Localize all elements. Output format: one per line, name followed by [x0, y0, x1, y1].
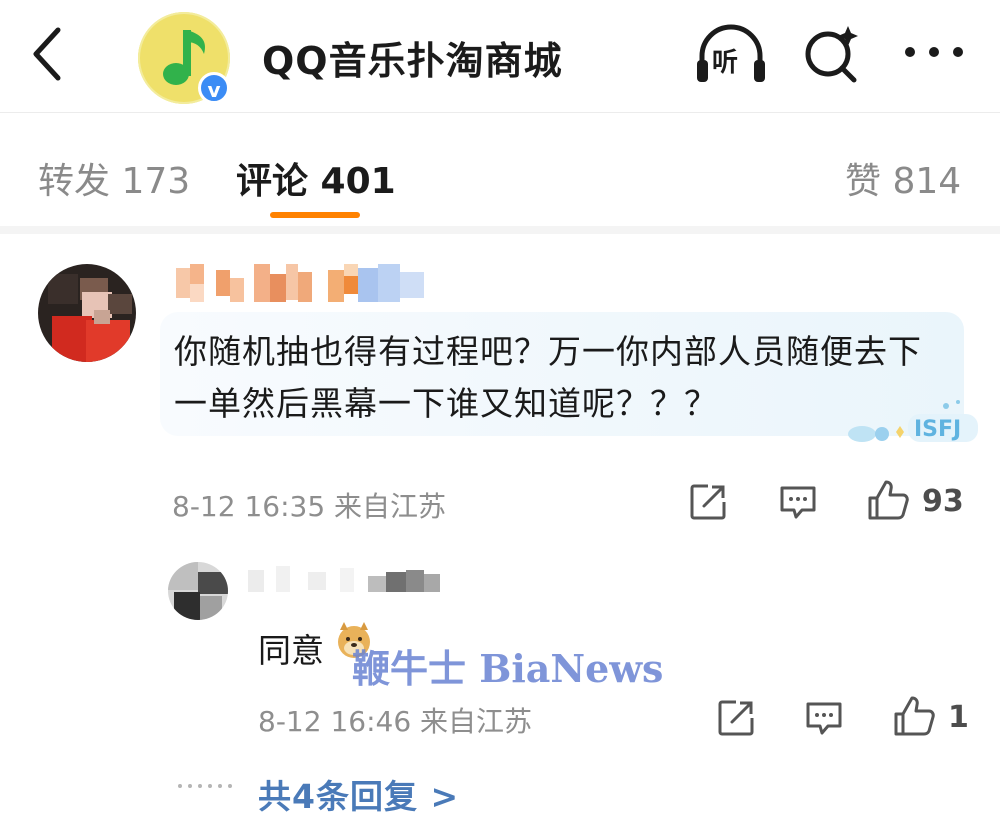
- share-icon[interactable]: [716, 698, 756, 738]
- comment-icon[interactable]: [804, 698, 844, 738]
- comment-text: 你随机抽也得有过程吧？万一你内部人员随便去下一单然后黑幕一下谁又知道呢？？？: [174, 332, 922, 423]
- reply-timestamp: 8-12 16:46 来自江苏: [258, 705, 533, 738]
- more-replies-link[interactable]: 共4条回复 >: [258, 770, 459, 818]
- reply-text: 同意: [258, 631, 324, 670]
- verified-icon: v: [198, 72, 230, 104]
- tab-forwards[interactable]: 转发 173: [38, 152, 190, 204]
- like-count: 1: [948, 700, 969, 735]
- back-icon[interactable]: [28, 24, 68, 84]
- commenter-name-pixelated[interactable]: [176, 264, 434, 302]
- commenter-avatar[interactable]: [38, 264, 136, 362]
- active-tab-indicator: [270, 212, 360, 218]
- tab-comments[interactable]: 评论 401: [236, 152, 396, 204]
- listen-label: 听: [712, 48, 739, 78]
- tab-likes[interactable]: 赞 814: [845, 152, 961, 204]
- sticker-text: ISFJ: [914, 417, 961, 442]
- more-icon[interactable]: [902, 40, 966, 64]
- like-icon[interactable]: [866, 478, 910, 522]
- like-count: 93: [922, 484, 964, 519]
- search-sparkle-icon[interactable]: [800, 22, 864, 86]
- isfj-sticker-icon: ISFJ: [848, 400, 978, 442]
- comment-timestamp: 8-12 16:35 来自江苏: [172, 490, 447, 523]
- section-divider: [0, 226, 1000, 234]
- comment-icon[interactable]: [778, 482, 818, 522]
- share-icon[interactable]: [688, 482, 728, 522]
- dotted-line-icon: [178, 784, 232, 788]
- page-title: QQ音乐扑淘商城: [262, 39, 563, 83]
- like-icon[interactable]: [892, 694, 936, 738]
- replier-name-pixelated[interactable]: [248, 566, 444, 594]
- watermark: 鞭牛士 BiaNews: [352, 646, 664, 691]
- replier-avatar[interactable]: [168, 562, 228, 620]
